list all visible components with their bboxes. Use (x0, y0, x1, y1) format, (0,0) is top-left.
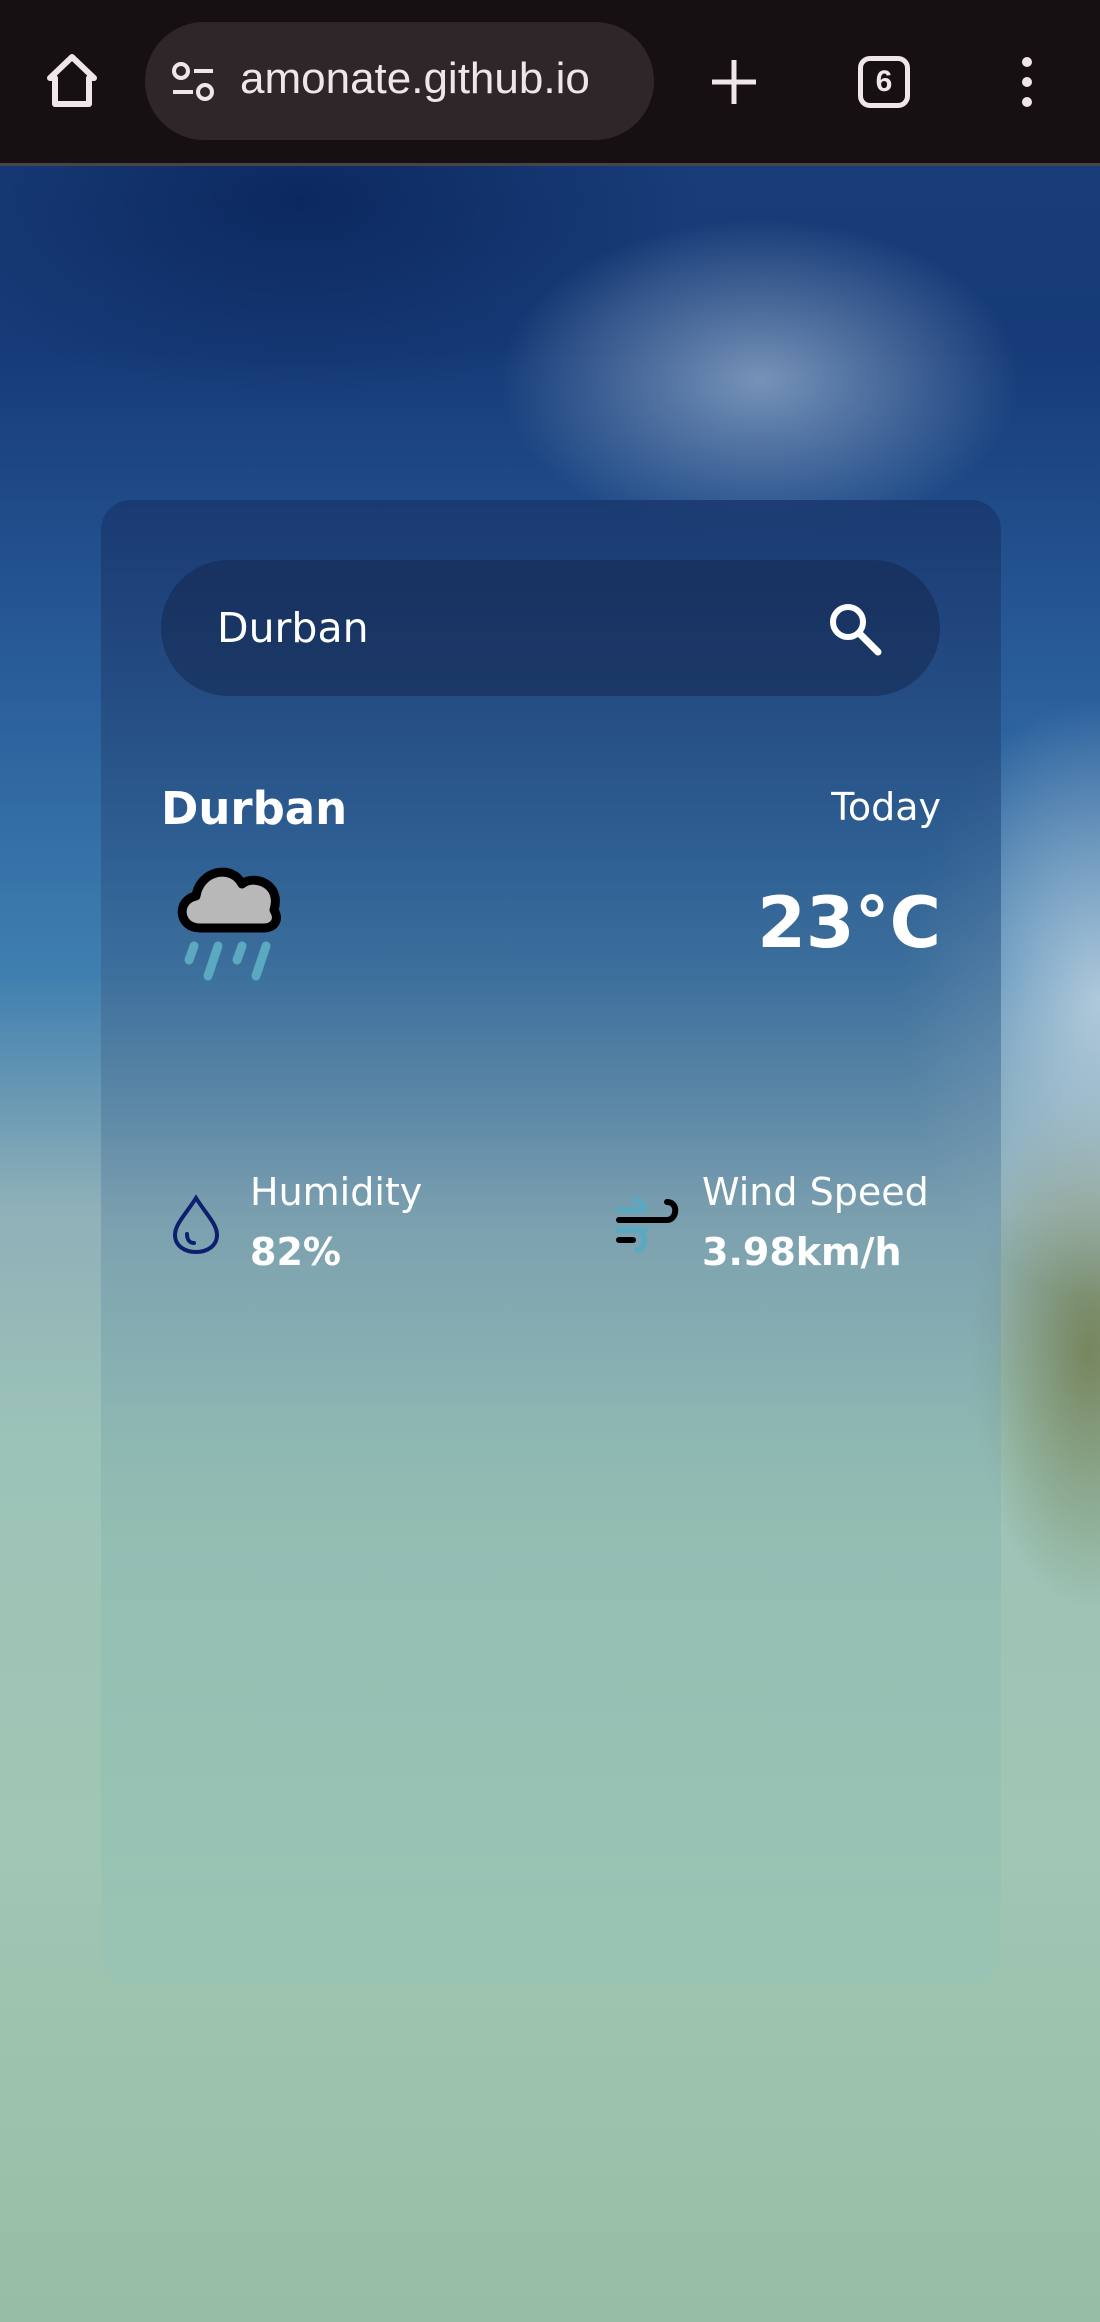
humidity-drop-icon (172, 1194, 220, 1255)
weather-card: Durban Today 23°C Humidity 82% Wind Spee… (101, 500, 1001, 1985)
address-bar[interactable]: amonate.github.io (145, 22, 654, 140)
site-settings-icon[interactable] (169, 60, 217, 104)
city-search-input[interactable] (217, 560, 777, 696)
browser-toolbar: amonate.github.io 6 (0, 0, 1100, 166)
temperature: 23°C (757, 882, 941, 964)
wind-speed-value: 3.98km/h (702, 1230, 902, 1274)
humidity-label: Humidity (250, 1170, 423, 1214)
rain-cloud-icon (177, 867, 281, 981)
search-icon[interactable] (826, 600, 884, 658)
wind-icon (616, 1197, 679, 1253)
humidity-value: 82% (250, 1230, 341, 1274)
wind-speed-label: Wind Speed (702, 1170, 929, 1214)
day-label: Today (831, 785, 941, 829)
home-icon[interactable] (44, 52, 100, 110)
url-text: amonate.github.io (240, 54, 590, 103)
city-name: Durban (161, 782, 348, 835)
new-tab-icon[interactable] (710, 58, 758, 106)
search-bar (161, 560, 940, 696)
more-menu-icon[interactable] (1018, 56, 1036, 108)
tab-switcher-button[interactable]: 6 (858, 56, 910, 108)
